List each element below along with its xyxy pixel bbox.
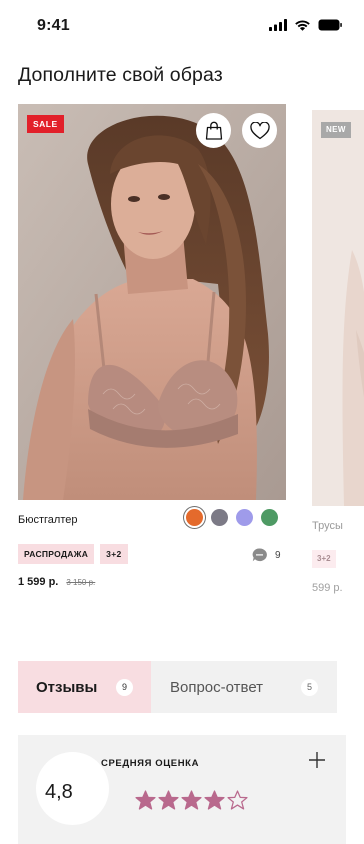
section-title: Дополните свой образ [18, 64, 223, 86]
color-swatch[interactable] [211, 509, 228, 526]
color-swatch[interactable] [261, 509, 278, 526]
rating-circle: 4,8 [36, 752, 109, 825]
tab-reviews[interactable]: Отзывы 9 [18, 661, 151, 713]
comments-count[interactable]: 9 [252, 548, 281, 562]
status-time: 9:41 [37, 17, 70, 34]
star-empty-icon [227, 790, 248, 810]
rating-panel: 4,8 СРЕДНЯЯ ОЦЕНКА [18, 735, 346, 844]
signal-icon [269, 19, 287, 31]
tab-questions[interactable]: Вопрос-ответ 5 [151, 661, 337, 713]
sale-tag: РАСПРОДАЖА [18, 544, 95, 564]
chat-icon [252, 548, 267, 562]
battery-icon [318, 19, 342, 31]
wifi-icon [295, 20, 310, 31]
product-photo-next[interactable]: NEW [312, 110, 364, 506]
new-badge: NEW [321, 122, 351, 138]
product-card[interactable]: SALE Бюстгалтер РАСПРОДАЖА 3+2 9 1 599 р… [18, 104, 286, 588]
tab-reviews-count: 9 [116, 679, 133, 696]
color-swatches [186, 509, 278, 526]
star-filled-icon [135, 790, 156, 810]
product-name-next[interactable]: Трусы [312, 520, 343, 532]
tab-questions-count: 5 [301, 679, 318, 696]
status-icons [269, 19, 342, 31]
product-photo[interactable]: SALE [18, 104, 286, 500]
star-filled-icon [204, 790, 225, 810]
sale-badge: SALE [27, 115, 64, 133]
old-price: 3 150 р. [66, 578, 96, 587]
plus-icon[interactable] [308, 751, 326, 769]
status-bar: 9:41 [0, 0, 364, 52]
color-swatch[interactable] [186, 509, 203, 526]
color-swatch[interactable] [236, 509, 253, 526]
shopping-bag-icon [205, 121, 222, 140]
tab-questions-label: Вопрос-ответ [170, 678, 264, 696]
product-name[interactable]: Бюстгалтер [18, 514, 77, 526]
current-price: 1 599 р. [18, 576, 59, 588]
promo-tag: 3+2 [100, 544, 128, 564]
star-filled-icon [158, 790, 179, 810]
current-price-next: 599 р. [312, 582, 343, 594]
promo-tag-next: 3+2 [312, 550, 336, 568]
rating-stars [135, 790, 248, 810]
tab-reviews-label: Отзывы [36, 678, 98, 696]
rating-value: 4,8 [45, 781, 73, 803]
star-filled-icon [181, 790, 202, 810]
heart-icon [249, 121, 270, 139]
price-row: 1 599 р. 3 150 р. [18, 576, 95, 588]
reviews-tabs: Отзывы 9 Вопрос-ответ 5 [18, 661, 337, 713]
add-to-bag-button[interactable] [196, 113, 231, 148]
model-photo-next-illustration [312, 110, 364, 506]
model-photo-illustration [18, 104, 286, 500]
comments-count-value: 9 [275, 549, 281, 561]
product-tags: РАСПРОДАЖА 3+2 [18, 544, 128, 564]
favorite-button[interactable] [242, 113, 277, 148]
product-card-next[interactable]: NEW Трусы 3+2 599 р. [312, 110, 364, 594]
rating-label: СРЕДНЯЯ ОЦЕНКА [101, 758, 200, 769]
